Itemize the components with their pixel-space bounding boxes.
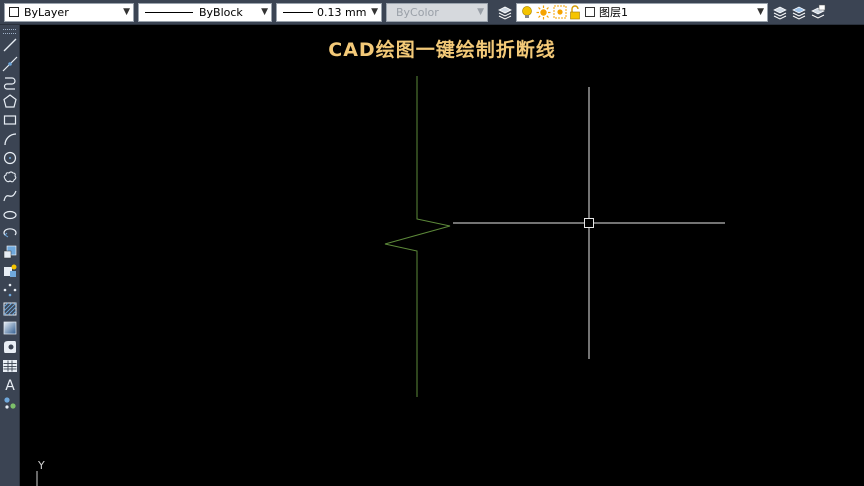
layer-previous-icon[interactable] bbox=[772, 4, 788, 20]
layer-manager-icon[interactable] bbox=[497, 4, 513, 20]
hatch-icon[interactable] bbox=[2, 301, 18, 317]
plotstyle-combo: ByColor ▼ bbox=[386, 3, 488, 22]
toolbar-grip[interactable] bbox=[3, 29, 16, 34]
layer-states-icon[interactable] bbox=[791, 4, 807, 20]
add-selected-icon[interactable] bbox=[2, 395, 18, 411]
spline-icon[interactable] bbox=[2, 188, 18, 204]
linetype-value: ByBlock bbox=[199, 6, 243, 19]
lineweight-sample bbox=[283, 12, 313, 13]
draw-toolbar: A bbox=[0, 25, 20, 486]
layer-combo[interactable]: 图层1 ▼ bbox=[516, 3, 768, 22]
lineweight-value: 0.13 mm bbox=[317, 6, 367, 19]
sun-freeze-icon[interactable] bbox=[536, 5, 551, 20]
region-icon[interactable] bbox=[2, 339, 18, 355]
lineweight-combo[interactable]: 0.13 mm ▼ bbox=[276, 3, 382, 22]
layer-isolate-icon[interactable] bbox=[810, 4, 826, 20]
drawing-svg bbox=[36, 76, 725, 486]
table-icon[interactable] bbox=[2, 358, 18, 374]
multiline-text-icon[interactable]: A bbox=[2, 376, 18, 392]
color-value: ByLayer bbox=[24, 6, 69, 19]
ellipse-arc-icon[interactable] bbox=[2, 225, 18, 241]
sun-viewport-freeze-icon[interactable] bbox=[553, 5, 567, 20]
lock-open-icon[interactable] bbox=[569, 5, 582, 20]
crosshair-cursor bbox=[453, 87, 725, 359]
revision-cloud-icon[interactable] bbox=[2, 169, 18, 185]
color-swatch bbox=[9, 7, 19, 17]
circle-icon[interactable] bbox=[2, 150, 18, 166]
color-square-icon[interactable] bbox=[585, 7, 595, 17]
polyline-icon[interactable] bbox=[2, 75, 18, 91]
lightbulb-on-icon[interactable] bbox=[520, 5, 534, 20]
make-block-icon[interactable] bbox=[2, 263, 18, 279]
plotstyle-value: ByColor bbox=[396, 6, 439, 19]
ucs-y-label: Y bbox=[38, 459, 45, 472]
pickbox bbox=[584, 218, 594, 228]
ellipse-icon[interactable] bbox=[2, 207, 18, 223]
line-icon[interactable] bbox=[2, 37, 18, 53]
color-combo[interactable]: ByLayer ▼ bbox=[4, 3, 134, 22]
svg-text:A: A bbox=[5, 378, 15, 392]
gradient-icon[interactable] bbox=[2, 320, 18, 336]
drawing-canvas[interactable]: CAD绘图一键绘制折断线 Y bbox=[20, 25, 864, 486]
chevron-down-icon: ▼ bbox=[757, 7, 764, 17]
layer-name: 图层1 bbox=[599, 6, 628, 19]
arc-icon[interactable] bbox=[2, 131, 18, 147]
linetype-combo[interactable]: ByBlock ▼ bbox=[138, 3, 272, 22]
linetype-sample bbox=[145, 12, 193, 13]
construction-line-icon[interactable] bbox=[2, 56, 18, 72]
insert-block-icon[interactable] bbox=[2, 244, 18, 260]
properties-toolbar: ByLayer ▼ ByBlock ▼ 0.13 mm ▼ ByColor ▼ bbox=[0, 0, 864, 25]
chevron-down-icon: ▼ bbox=[261, 7, 268, 17]
chevron-down-icon: ▼ bbox=[123, 7, 130, 17]
rectangle-icon[interactable] bbox=[2, 112, 18, 128]
break-line[interactable] bbox=[384, 76, 451, 397]
chevron-down-icon: ▼ bbox=[371, 7, 378, 17]
chevron-down-icon: ▼ bbox=[477, 7, 484, 17]
point-icon[interactable] bbox=[2, 282, 18, 298]
polygon-icon[interactable] bbox=[2, 93, 18, 109]
